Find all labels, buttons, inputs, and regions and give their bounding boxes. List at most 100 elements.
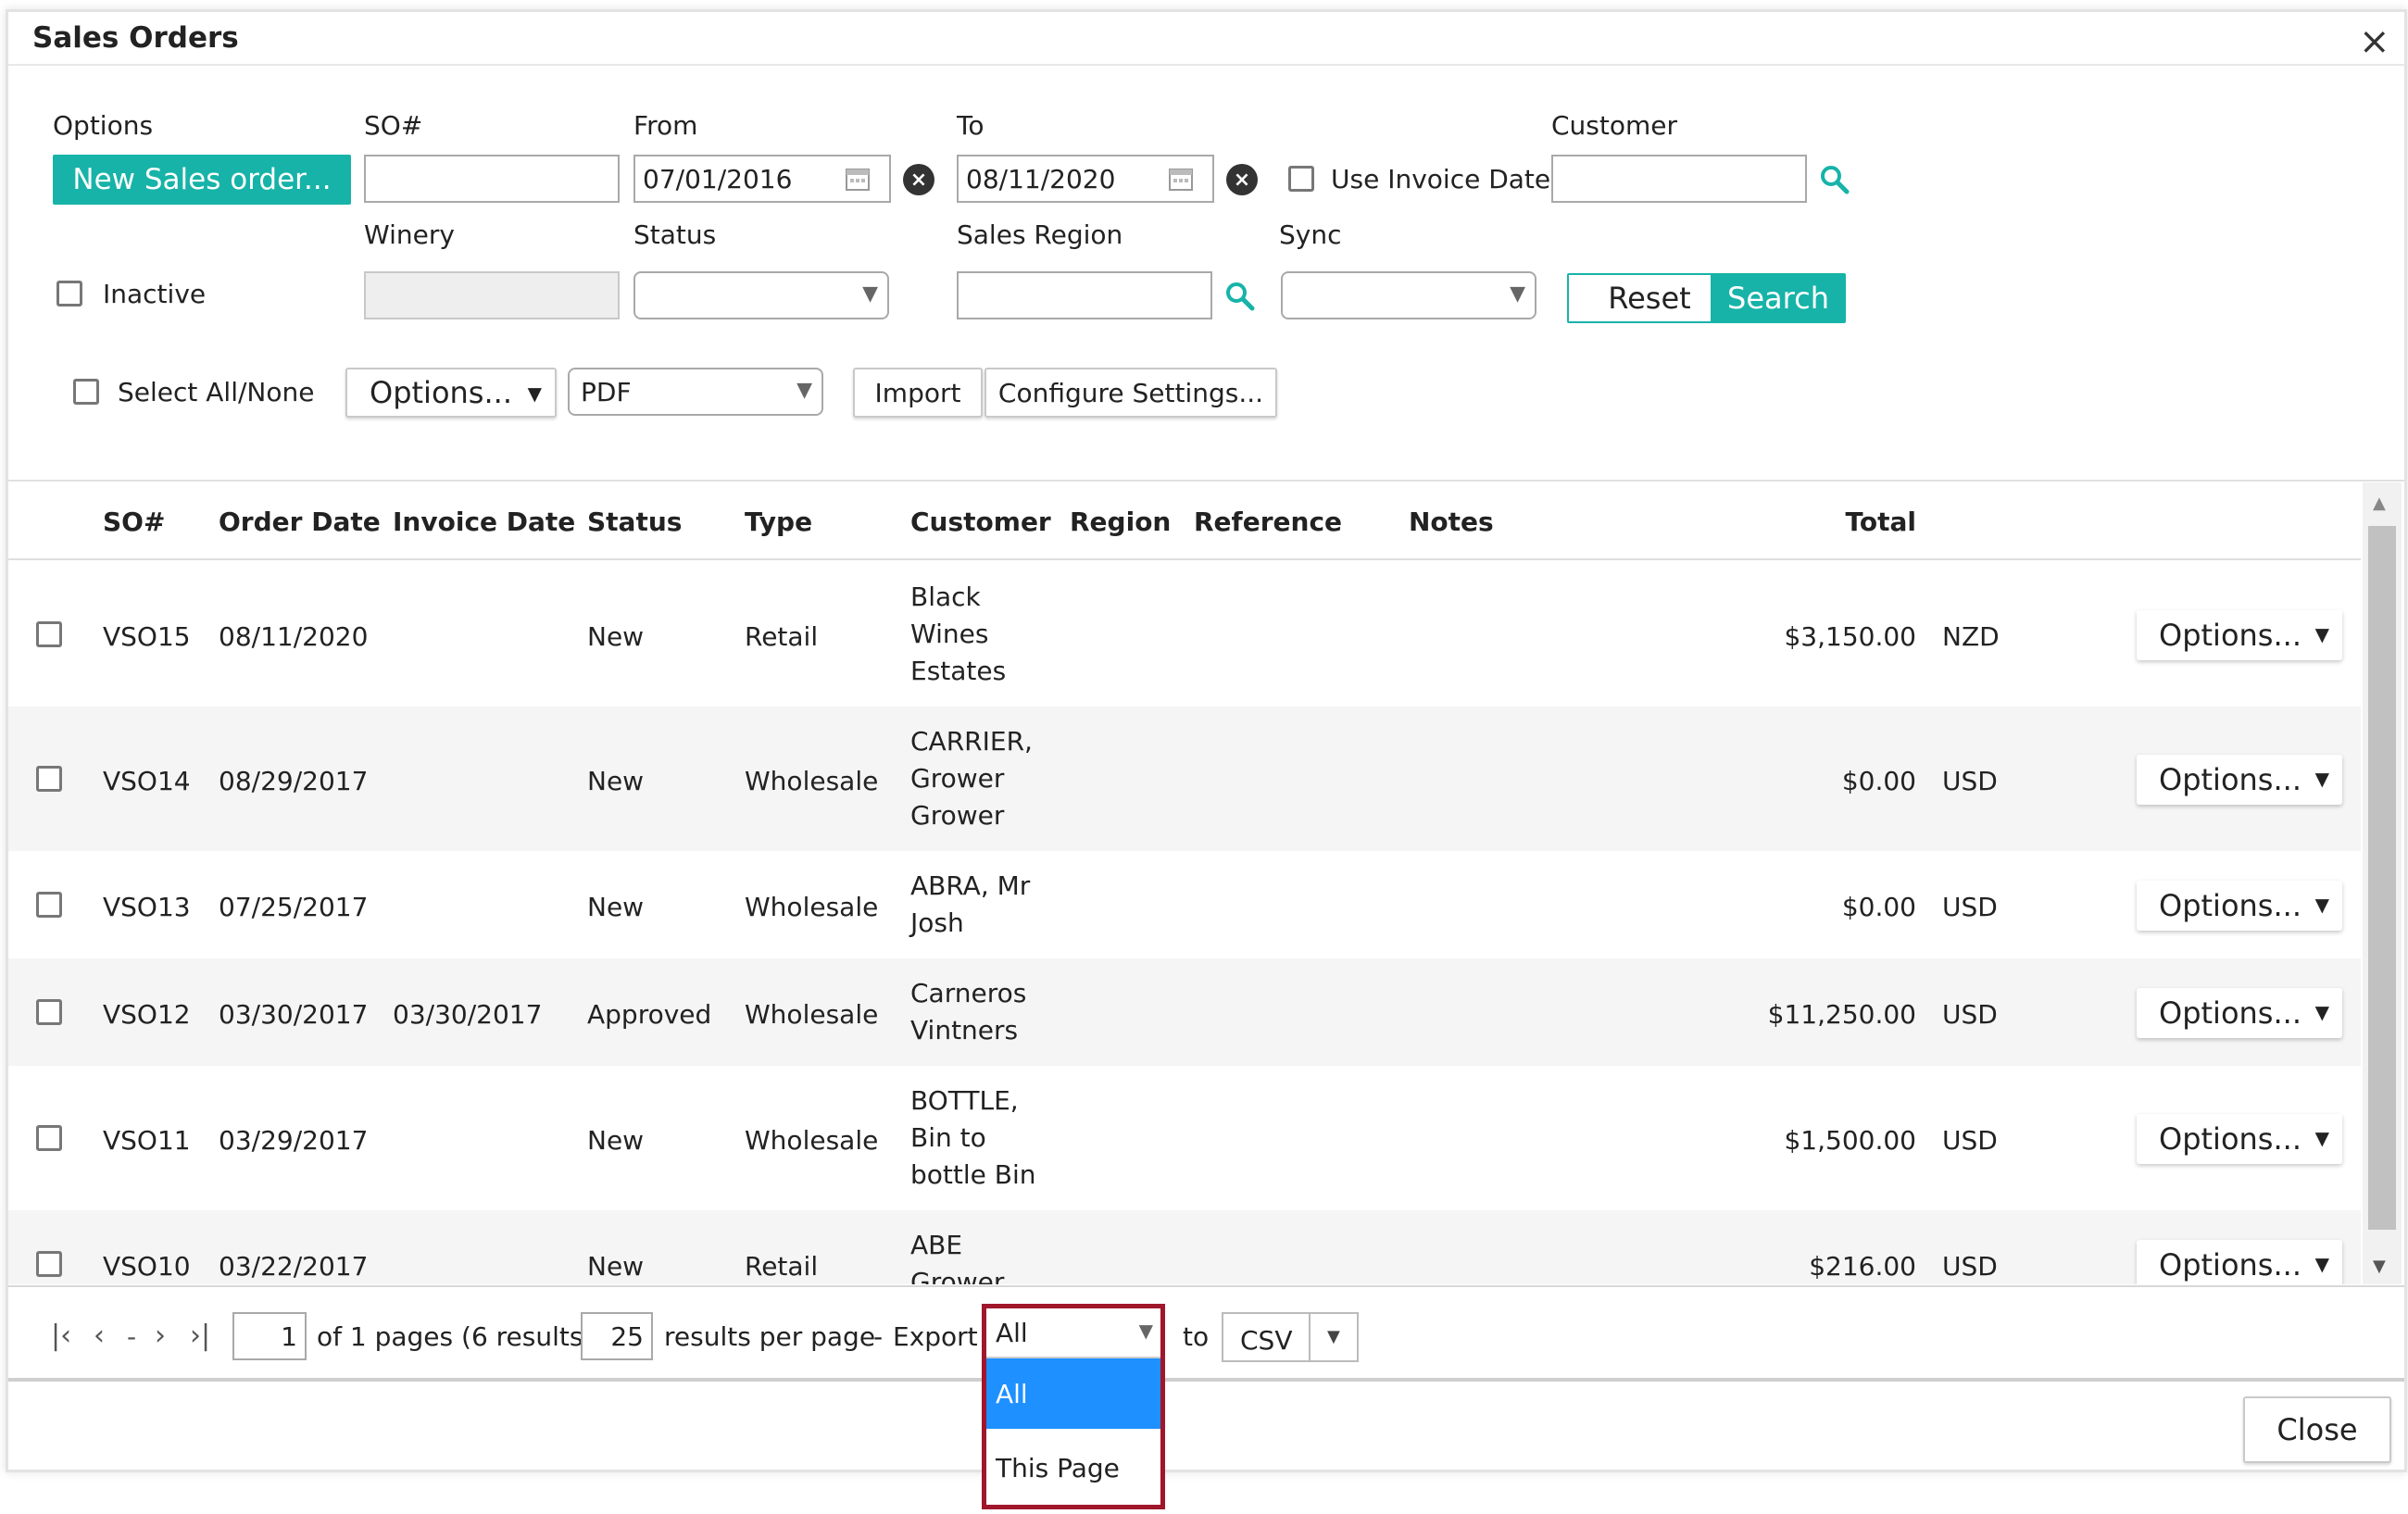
- header-total[interactable]: Total: [1846, 507, 1917, 537]
- new-sales-order-button[interactable]: New Sales order...: [53, 155, 351, 205]
- export-separator: -: [873, 1321, 884, 1352]
- row-total: $216.00: [1809, 1251, 1916, 1282]
- table-row[interactable]: VSO15 08/11/2020 New Retail Black Wines …: [8, 562, 2361, 707]
- caret-down-icon: ▼: [2314, 894, 2329, 916]
- customer-label: Customer: [1551, 110, 1678, 141]
- export-to-label: to: [1183, 1321, 1210, 1352]
- row-currency: USD: [1942, 999, 1998, 1030]
- toolbar-options-button[interactable]: Options... ▼: [345, 368, 557, 418]
- row-so[interactable]: VSO14: [103, 766, 191, 796]
- row-checkbox[interactable]: [36, 621, 62, 647]
- table-row[interactable]: VSO13 07/25/2017 New Wholesale ABRA, Mr …: [8, 851, 2361, 958]
- sales-region-search-icon[interactable]: [1224, 281, 1256, 312]
- import-button[interactable]: Import: [853, 368, 983, 418]
- search-button[interactable]: Search: [1711, 273, 1846, 323]
- row-type: Retail: [745, 621, 819, 652]
- table-row[interactable]: VSO10 03/22/2017 New Retail ABE Grower $…: [8, 1210, 2361, 1284]
- row-checkbox[interactable]: [36, 766, 62, 792]
- header-customer[interactable]: Customer: [910, 507, 1051, 537]
- row-currency: USD: [1942, 766, 1998, 796]
- row-options-button[interactable]: Options... ▼: [2137, 1114, 2342, 1164]
- use-invoice-date-checkbox[interactable]: [1288, 166, 1314, 192]
- reset-button[interactable]: Reset: [1567, 273, 1732, 323]
- row-currency: NZD: [1942, 621, 2000, 652]
- header-order-date[interactable]: Order Date: [219, 507, 381, 537]
- row-options-button[interactable]: Options... ▼: [2137, 1240, 2342, 1284]
- next-page-icon[interactable]: ›: [155, 1320, 166, 1352]
- row-checkbox[interactable]: [36, 1251, 62, 1277]
- configure-settings-button[interactable]: Configure Settings...: [985, 368, 1277, 418]
- row-checkbox[interactable]: [36, 892, 62, 918]
- prev-page-icon[interactable]: ‹: [94, 1320, 105, 1352]
- row-checkbox[interactable]: [36, 999, 62, 1025]
- scroll-down-icon[interactable]: ▼: [2373, 1257, 2386, 1276]
- use-invoice-date-label: Use Invoice Date: [1331, 164, 1551, 194]
- header-so[interactable]: SO#: [103, 507, 165, 537]
- header-status[interactable]: Status: [587, 507, 682, 537]
- row-options-button[interactable]: Options... ▼: [2137, 988, 2342, 1038]
- caret-down-icon[interactable]: ▼: [1327, 1327, 1340, 1346]
- inactive-label: Inactive: [103, 279, 207, 309]
- row-type: Wholesale: [745, 766, 879, 796]
- row-options-label: Options...: [2159, 1121, 2301, 1157]
- close-icon[interactable]: ×: [2359, 23, 2390, 60]
- select-all-checkbox[interactable]: [73, 379, 99, 405]
- scroll-up-icon[interactable]: ▲: [2373, 494, 2386, 513]
- per-page-input[interactable]: 25: [581, 1312, 653, 1360]
- row-so[interactable]: VSO15: [103, 621, 191, 652]
- export-option-this-page[interactable]: This Page: [986, 1433, 1160, 1503]
- row-options-button[interactable]: Options... ▼: [2137, 881, 2342, 931]
- sales-region-input[interactable]: [957, 271, 1212, 319]
- row-checkbox[interactable]: [36, 1125, 62, 1151]
- export-scope-dropdown[interactable]: All ▼ All This Page: [982, 1304, 1165, 1509]
- row-total: $11,250.00: [1767, 999, 1916, 1030]
- first-page-icon[interactable]: |‹: [51, 1320, 71, 1352]
- export-format-select[interactable]: CSV ▼: [1222, 1312, 1359, 1362]
- toolbar-options-label: Options...: [370, 375, 512, 410]
- row-options-button[interactable]: Options... ▼: [2137, 610, 2342, 660]
- winery-label: Winery: [364, 219, 455, 250]
- table-row[interactable]: VSO11 03/29/2017 New Wholesale BOTTLE, B…: [8, 1066, 2361, 1210]
- row-status: New: [587, 1125, 645, 1156]
- so-input[interactable]: [364, 155, 620, 203]
- to-label: To: [957, 110, 985, 141]
- row-so[interactable]: VSO12: [103, 999, 191, 1030]
- row-so[interactable]: VSO13: [103, 892, 191, 922]
- row-options-label: Options...: [2159, 762, 2301, 797]
- row-customer: ABRA, Mr Josh: [910, 870, 1031, 938]
- table-row[interactable]: VSO12 03/30/2017 03/30/2017 Approved Who…: [8, 958, 2361, 1066]
- header-notes[interactable]: Notes: [1409, 507, 1494, 537]
- inactive-checkbox[interactable]: [56, 281, 82, 307]
- header-invoice-date[interactable]: Invoice Date: [393, 507, 575, 537]
- dialog-title: Sales Orders: [32, 21, 239, 55]
- close-button[interactable]: Close: [2243, 1396, 2391, 1463]
- row-so[interactable]: VSO11: [103, 1125, 191, 1156]
- sales-region-label: Sales Region: [957, 219, 1123, 250]
- row-status: New: [587, 1251, 645, 1282]
- row-options-button[interactable]: Options... ▼: [2137, 755, 2342, 805]
- format-select-value: PDF: [581, 377, 632, 407]
- caret-down-icon: ▼: [2314, 1127, 2329, 1149]
- table-row[interactable]: VSO14 08/29/2017 New Wholesale CARRIER, …: [8, 707, 2361, 851]
- clear-from-date-icon[interactable]: ×: [903, 164, 934, 195]
- row-currency: USD: [1942, 1125, 1998, 1156]
- row-so[interactable]: VSO10: [103, 1251, 191, 1282]
- scrollbar-thumb[interactable]: [2368, 526, 2396, 1230]
- export-option-all[interactable]: All: [986, 1358, 1160, 1429]
- sync-select[interactable]: ▼: [1281, 271, 1536, 319]
- header-region[interactable]: Region: [1070, 507, 1171, 537]
- header-reference[interactable]: Reference: [1194, 507, 1342, 537]
- customer-search-icon[interactable]: [1819, 164, 1850, 195]
- page-number-input[interactable]: 1: [232, 1312, 307, 1360]
- customer-input[interactable]: [1551, 155, 1807, 203]
- last-page-icon[interactable]: ›|: [190, 1320, 210, 1352]
- so-label: SO#: [364, 110, 423, 141]
- status-select[interactable]: ▼: [633, 271, 889, 319]
- calendar-icon[interactable]: [1168, 166, 1194, 192]
- format-select[interactable]: PDF ▼: [568, 368, 823, 416]
- calendar-icon[interactable]: [845, 166, 871, 192]
- from-label: From: [633, 110, 698, 141]
- clear-to-date-icon[interactable]: ×: [1226, 164, 1258, 195]
- export-scope-select[interactable]: All ▼: [986, 1308, 1160, 1358]
- header-type[interactable]: Type: [745, 507, 812, 537]
